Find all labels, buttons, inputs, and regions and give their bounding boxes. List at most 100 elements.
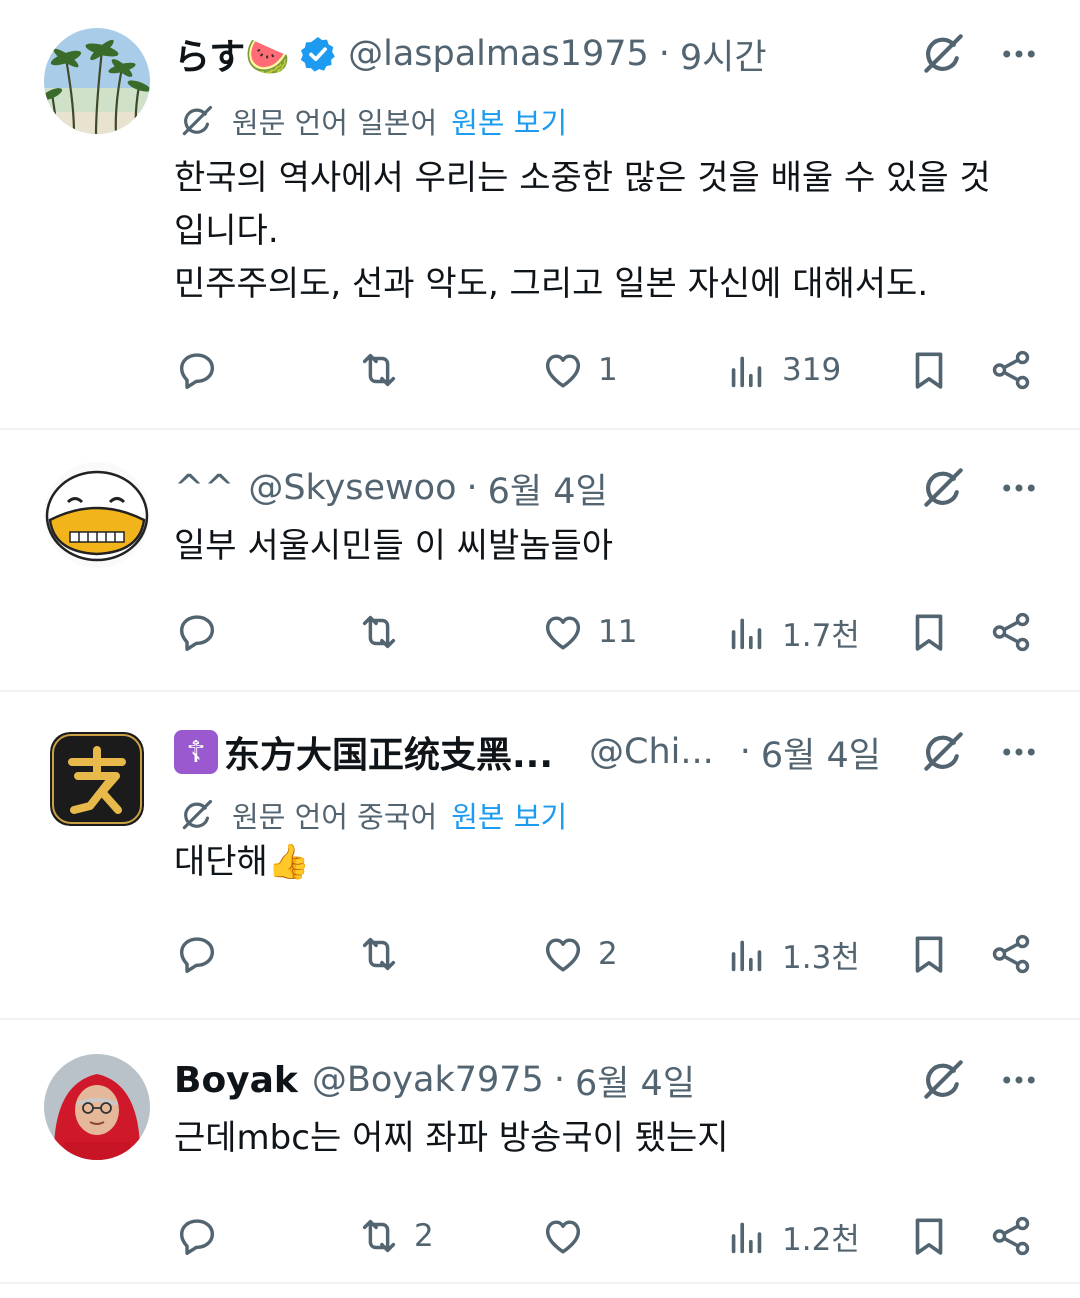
header-actions [918,724,1040,780]
display-name[interactable]: 东方大国正统支黑... [224,726,553,778]
user-handle[interactable]: @laspalmas1975 [348,34,649,74]
views-count: 1.2천 [782,1221,860,1258]
bookmark-button[interactable] [906,924,952,984]
timestamp[interactable]: 9시간 [680,29,767,80]
avatar[interactable] [50,732,144,826]
translate-icon [178,102,216,140]
avatar[interactable] [44,462,150,568]
views-icon [724,1213,770,1259]
views-count: 1.3천 [782,939,860,976]
timestamp[interactable]: 6월 4일 [761,727,881,778]
like-count: 2 [598,936,618,972]
user-handle[interactable]: @Boyak7975 [312,1060,544,1100]
grok-icon[interactable] [918,463,968,513]
share-icon [988,931,1034,977]
views-button[interactable]: 1.2천 [724,1206,860,1266]
header-actions [918,460,1040,516]
tweet-text: 일부 서울시민들 이 씨발놈들아 [174,526,614,566]
separator-dot: · [658,34,670,74]
reply-button[interactable] [174,1206,220,1266]
tweet-header: Boyak @Boyak7975 · 6월 4일 [174,1052,1040,1108]
retweet-count: 2 [414,1218,434,1254]
bookmark-button[interactable] [906,602,952,662]
bookmark-button[interactable] [906,340,952,400]
name-badge: ☦ [174,730,218,774]
tweet-header: らす🍉 @laspalmas1975 · 9시간 [174,26,1040,82]
views-count: 319 [782,352,842,388]
views-icon [724,609,770,655]
views-count: 1.7천 [782,617,860,654]
views-icon [724,347,770,393]
reply-button[interactable] [174,340,220,400]
reply-icon [174,347,220,393]
retweet-button[interactable] [356,340,414,400]
share-icon [988,609,1034,655]
display-name[interactable]: Boyak [174,1060,298,1101]
views-button[interactable]: 1.3천 [724,924,860,984]
reply-button[interactable] [174,602,220,662]
share-button[interactable] [988,1206,1034,1266]
bookmark-button[interactable] [906,1206,952,1266]
like-icon [540,609,586,655]
tweet-text: 한국의 역사에서 우리는 소중한 많은 것을 배울 수 있을 것 입니다. 민주… [174,158,991,304]
show-original-link[interactable]: 원본 보기 [451,794,567,836]
show-original-link[interactable]: 원본 보기 [451,100,567,142]
retweet-button[interactable] [356,924,414,984]
user-handle[interactable]: @Skysewoo [248,468,456,508]
tweet[interactable]: らす🍉 @laspalmas1975 · 9시간 원문 언어 일본어 원본 보기… [0,0,1080,430]
header-actions [918,1052,1040,1108]
avatar[interactable] [44,1054,150,1160]
translate-icon [178,796,216,834]
retweet-button[interactable] [356,602,414,662]
views-icon [724,931,770,977]
tweet-text: 대단해👍 [174,842,311,882]
like-button[interactable]: 2 [540,924,618,984]
retweet-icon [356,609,402,655]
like-button[interactable] [540,1206,598,1266]
reply-icon [174,609,220,655]
separator-dot: · [553,1060,565,1100]
action-bar: 2 1.3천 [174,924,1040,984]
retweet-icon [356,347,402,393]
views-button[interactable]: 1.7천 [724,602,860,662]
display-name[interactable]: らす🍉 [174,28,290,80]
like-icon [540,1213,586,1259]
tweet[interactable]: ^^ @Skysewoo · 6월 4일 일부 서울시민들 이 씨발놈들아 11… [0,430,1080,692]
grok-icon[interactable] [918,29,968,79]
translation-label: 원문 언어 일본어 [232,106,438,140]
avatar[interactable] [44,28,150,134]
retweet-icon [356,1213,402,1259]
share-icon [988,347,1034,393]
views-button[interactable]: 319 [724,340,841,400]
bookmark-icon [906,609,952,655]
grok-icon[interactable] [918,727,968,777]
more-icon[interactable] [998,33,1040,75]
like-icon [540,931,586,977]
like-button[interactable]: 1 [540,340,618,400]
display-name[interactable]: ^^ [174,468,234,509]
tweet-header: ☦ 东方大国正统支黑... @Chi... · 6월 4일 [174,724,1040,780]
reply-icon [174,1213,220,1259]
timestamp[interactable]: 6월 4일 [575,1055,695,1106]
more-icon[interactable] [998,1059,1040,1101]
like-button[interactable]: 11 [540,602,637,662]
like-count: 11 [598,614,638,650]
tweet[interactable]: ☦ 东方大国正统支黑... @Chi... · 6월 4일 원문 언어 중국어 … [0,692,1080,1020]
bookmark-icon [906,1213,952,1259]
share-button[interactable] [988,602,1034,662]
timestamp[interactable]: 6월 4일 [488,463,608,514]
user-handle[interactable]: @Chi... [589,732,714,772]
separator-dot: · [739,732,751,772]
action-bar: 11 1.7천 [174,602,1040,662]
retweet-button[interactable]: 2 [356,1206,434,1266]
share-button[interactable] [988,340,1034,400]
more-icon[interactable] [998,731,1040,773]
more-icon[interactable] [998,467,1040,509]
like-icon [540,347,586,393]
grok-icon[interactable] [918,1055,968,1105]
tweet[interactable]: Boyak @Boyak7975 · 6월 4일 근데mbc는 어찌 좌파 방송… [0,1020,1080,1284]
reply-button[interactable] [174,924,220,984]
bookmark-icon [906,931,952,977]
retweet-icon [356,931,402,977]
share-button[interactable] [988,924,1034,984]
